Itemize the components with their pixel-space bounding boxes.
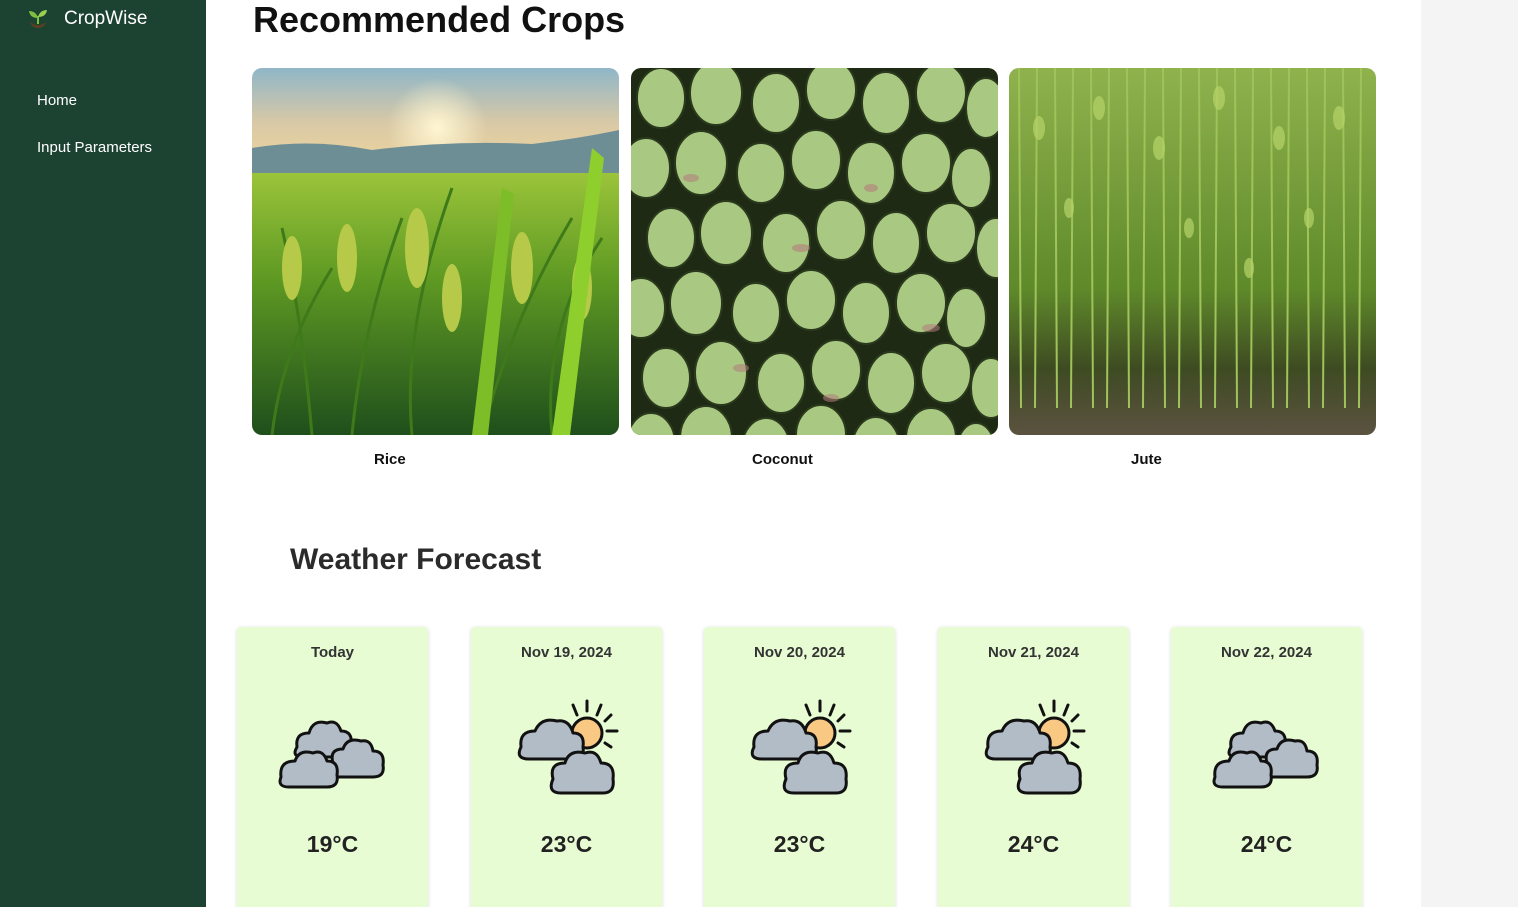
- partly-cloudy-icon: [511, 693, 623, 803]
- brand[interactable]: CropWise: [26, 8, 147, 30]
- forecast-date: Nov 19, 2024: [521, 644, 612, 661]
- crop-name-rice: Rice: [374, 451, 406, 468]
- forecast-temperature: 23°C: [540, 831, 593, 857]
- crop-card-rice[interactable]: [252, 68, 619, 435]
- crop-name-coconut: Coconut: [752, 451, 813, 468]
- main-content: Recommended Crops Rice Coconut Jute Weat…: [206, 0, 1421, 907]
- forecast-date: Nov 22, 2024: [1221, 644, 1312, 661]
- weather-card: Nov 21, 2024 24°C: [938, 627, 1129, 907]
- weather-card: Nov 20, 2024 23°C: [704, 627, 895, 907]
- forecast-date: Nov 21, 2024: [988, 644, 1079, 661]
- weather-card: Today 19°C: [237, 627, 428, 907]
- nav-home[interactable]: Home: [37, 92, 77, 109]
- app-name: CropWise: [64, 8, 148, 29]
- cloudy-icon: [277, 693, 389, 803]
- recommended-crops-heading: Recommended Crops: [253, 0, 626, 40]
- forecast-temperature: 19°C: [306, 831, 359, 857]
- weather-forecast-heading: Weather Forecast: [290, 543, 542, 576]
- crop-name-jute: Jute: [1131, 451, 1162, 468]
- partly-cloudy-icon: [744, 693, 856, 803]
- rice-image: [252, 68, 619, 435]
- sidebar: CropWise Home Input Parameters: [0, 0, 206, 907]
- coconut-image: [631, 68, 998, 435]
- weather-card: Nov 19, 2024 23°C: [471, 627, 662, 907]
- crop-card-coconut[interactable]: [631, 68, 998, 435]
- jute-image: [1009, 68, 1376, 435]
- weather-card: Nov 22, 2024 24°C: [1171, 627, 1362, 907]
- forecast-temperature: 23°C: [773, 831, 826, 857]
- partly-cloudy-icon: [978, 693, 1090, 803]
- forecast-temperature: 24°C: [1007, 831, 1060, 857]
- cloudy-icon: [1211, 693, 1323, 803]
- sprout-icon: [29, 10, 47, 28]
- nav-input-parameters[interactable]: Input Parameters: [37, 139, 152, 156]
- forecast-date: Nov 20, 2024: [754, 644, 845, 661]
- forecast-date: Today: [310, 644, 355, 661]
- forecast-temperature: 24°C: [1240, 831, 1293, 857]
- crop-card-jute[interactable]: [1009, 68, 1376, 435]
